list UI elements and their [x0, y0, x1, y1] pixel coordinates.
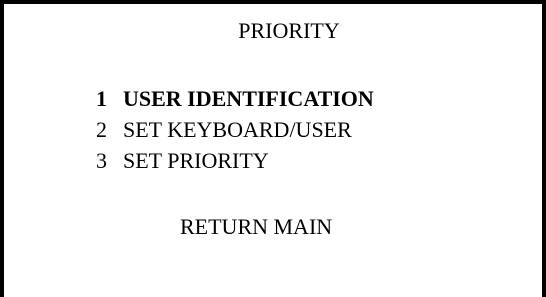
- menu-item-label: SET KEYBOARD/USER: [123, 117, 352, 142]
- screen-title: PRIORITY: [238, 18, 340, 43]
- menu-item-set-priority[interactable]: 3 SET PRIORITY: [96, 145, 374, 176]
- menu-item-set-keyboard-user[interactable]: 2 SET KEYBOARD/USER: [96, 114, 374, 145]
- menu-item-user-identification[interactable]: 1 USER IDENTIFICATION: [96, 83, 374, 114]
- return-main-option[interactable]: RETURN MAIN: [180, 214, 332, 240]
- menu-item-number: 3: [96, 148, 107, 173]
- menu-item-label: SET PRIORITY: [123, 148, 269, 173]
- menu-item-number: 2: [96, 117, 107, 142]
- priority-menu-screen: PRIORITY 1 USER IDENTIFICATION 2 SET KEY…: [0, 0, 546, 297]
- menu-item-label: USER IDENTIFICATION: [123, 86, 374, 111]
- menu-item-number: 1: [96, 86, 107, 111]
- priority-menu: 1 USER IDENTIFICATION 2 SET KEYBOARD/USE…: [96, 83, 374, 176]
